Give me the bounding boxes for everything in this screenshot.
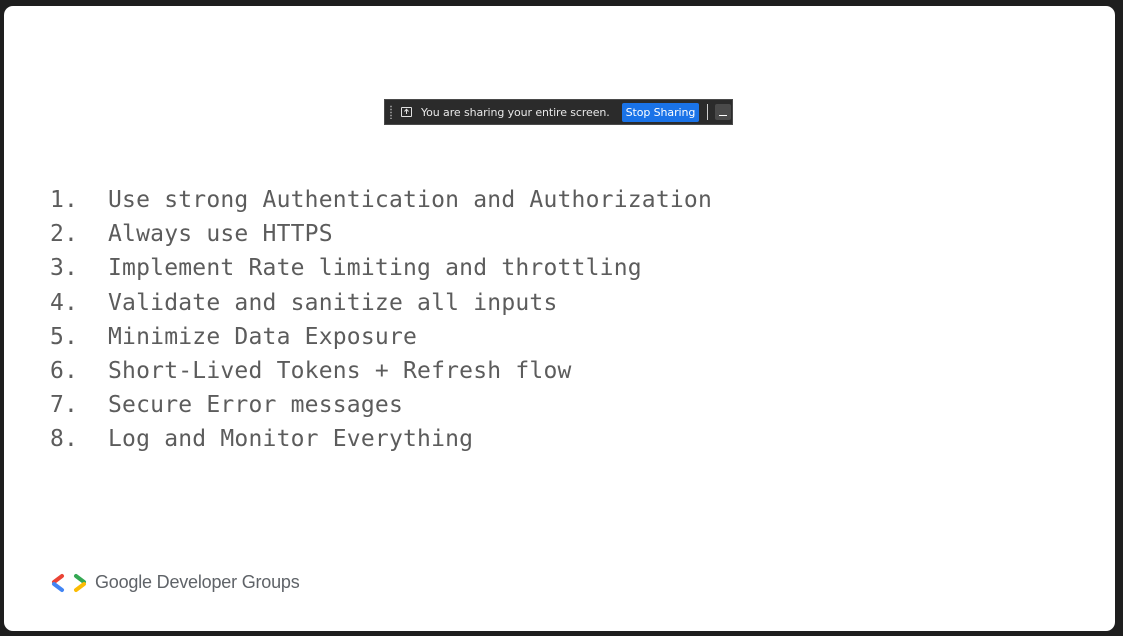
list-item: 3. Implement Rate limiting and throttlin… bbox=[50, 251, 712, 285]
item-text: Always use HTTPS bbox=[108, 221, 333, 248]
item-text: Implement Rate limiting and throttling bbox=[108, 255, 642, 282]
list-item: 5. Minimize Data Exposure bbox=[50, 320, 712, 354]
list-item: 1. Use strong Authentication and Authori… bbox=[50, 183, 712, 217]
brand-name: Google Developer Groups bbox=[95, 572, 300, 592]
item-text: Validate and sanitize all inputs bbox=[108, 289, 558, 316]
drag-handle[interactable] bbox=[390, 105, 392, 119]
screen-share-icon bbox=[401, 107, 412, 117]
list-item: 7. Secure Error messages bbox=[50, 388, 712, 422]
bar-divider bbox=[707, 104, 709, 120]
item-text: Log and Monitor Everything bbox=[108, 426, 474, 453]
item-text: Short-Lived Tokens + Refresh flow bbox=[108, 358, 572, 385]
item-number: 5. bbox=[50, 323, 79, 350]
gdg-brackets-icon bbox=[52, 573, 86, 592]
item-number: 2. bbox=[50, 221, 79, 248]
item-text: Minimize Data Exposure bbox=[108, 323, 418, 350]
screen-share-bar: You are sharing your entire screen. Stop… bbox=[384, 99, 733, 125]
item-text: Use strong Authentication and Authorizat… bbox=[108, 187, 713, 214]
security-practices-list: 1. Use strong Authentication and Authori… bbox=[50, 183, 712, 457]
list-item: 4. Validate and sanitize all inputs bbox=[50, 286, 712, 320]
gdg-logo: Google Developer Groups bbox=[50, 572, 300, 593]
item-number: 7. bbox=[50, 392, 79, 419]
item-number: 8. bbox=[50, 426, 79, 453]
item-number: 6. bbox=[50, 358, 79, 385]
share-message: You are sharing your entire screen. bbox=[421, 105, 610, 119]
list-item: 2. Always use HTTPS bbox=[50, 217, 712, 251]
item-number: 1. bbox=[50, 187, 79, 214]
list-item: 6. Short-Lived Tokens + Refresh flow bbox=[50, 354, 712, 388]
list-item: 8. Log and Monitor Everything bbox=[50, 422, 712, 456]
item-number: 4. bbox=[50, 289, 79, 316]
item-number: 3. bbox=[50, 255, 79, 282]
minimize-icon[interactable] bbox=[715, 104, 732, 120]
presentation-slide: You are sharing your entire screen. Stop… bbox=[4, 6, 1115, 631]
stop-sharing-button[interactable]: Stop Sharing bbox=[621, 102, 700, 122]
item-text: Secure Error messages bbox=[108, 392, 403, 419]
